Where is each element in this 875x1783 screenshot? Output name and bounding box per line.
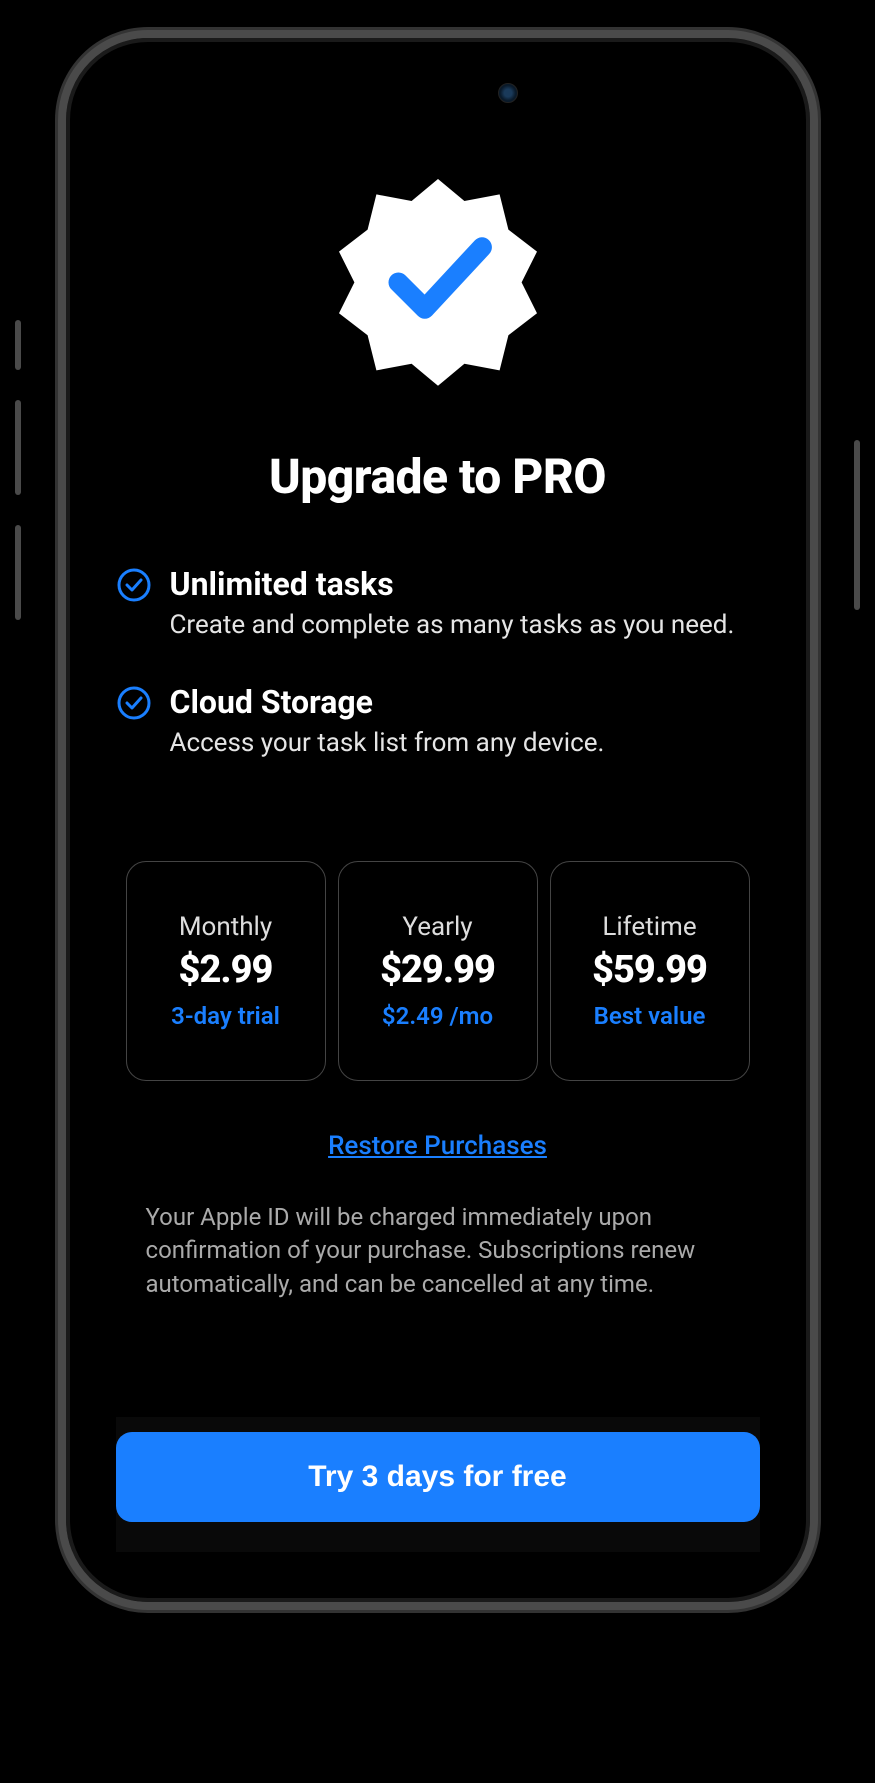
feature-item-cloud-storage: Cloud Storage Access your task list from… — [116, 683, 760, 761]
feature-title: Cloud Storage — [170, 683, 760, 721]
plan-yearly[interactable]: Yearly $29.99 $2.49 /mo — [338, 861, 538, 1081]
plan-label: Monthly — [179, 912, 272, 942]
feature-description: Access your task list from any device. — [170, 727, 760, 761]
restore-purchases-container: Restore Purchases — [116, 1131, 760, 1161]
restore-purchases-link[interactable]: Restore Purchases — [328, 1131, 547, 1161]
plan-sublabel: $2.49 /mo — [382, 1002, 493, 1030]
plan-label: Yearly — [402, 912, 472, 942]
check-circle-icon — [116, 685, 152, 721]
plans-row: Monthly $2.99 3-day trial Yearly $29.99 … — [116, 861, 760, 1081]
feature-description: Create and complete as many tasks as you… — [170, 609, 760, 643]
plan-price: $29.99 — [380, 948, 495, 992]
front-camera-icon — [498, 83, 518, 103]
plan-sublabel: Best value — [594, 1002, 706, 1030]
phone-side-buttons-right — [854, 440, 860, 640]
phone-frame: Upgrade to PRO Unlimited tasks Create an… — [58, 30, 818, 1610]
phone-side-buttons-left — [15, 320, 21, 650]
plan-label: Lifetime — [602, 912, 696, 942]
paywall-screen: Upgrade to PRO Unlimited tasks Create an… — [66, 38, 810, 1602]
try-free-button[interactable]: Try 3 days for free — [116, 1432, 760, 1522]
disclaimer-text: Your Apple ID will be charged immediatel… — [116, 1201, 760, 1302]
plan-monthly[interactable]: Monthly $2.99 3-day trial — [126, 861, 326, 1081]
plan-sublabel: 3-day trial — [171, 1002, 280, 1030]
features-list: Unlimited tasks Create and complete as m… — [116, 565, 760, 801]
feature-title: Unlimited tasks — [170, 565, 760, 603]
page-title: Upgrade to PRO — [116, 448, 760, 505]
plan-price: $59.99 — [592, 948, 707, 992]
check-circle-icon — [116, 567, 152, 603]
plan-lifetime[interactable]: Lifetime $59.99 Best value — [550, 861, 750, 1081]
cta-container: Try 3 days for free — [116, 1417, 760, 1552]
feature-item-unlimited-tasks: Unlimited tasks Create and complete as m… — [116, 565, 760, 643]
plan-price: $2.99 — [179, 948, 273, 992]
dynamic-island — [338, 68, 538, 118]
verified-seal-icon — [328, 158, 548, 398]
